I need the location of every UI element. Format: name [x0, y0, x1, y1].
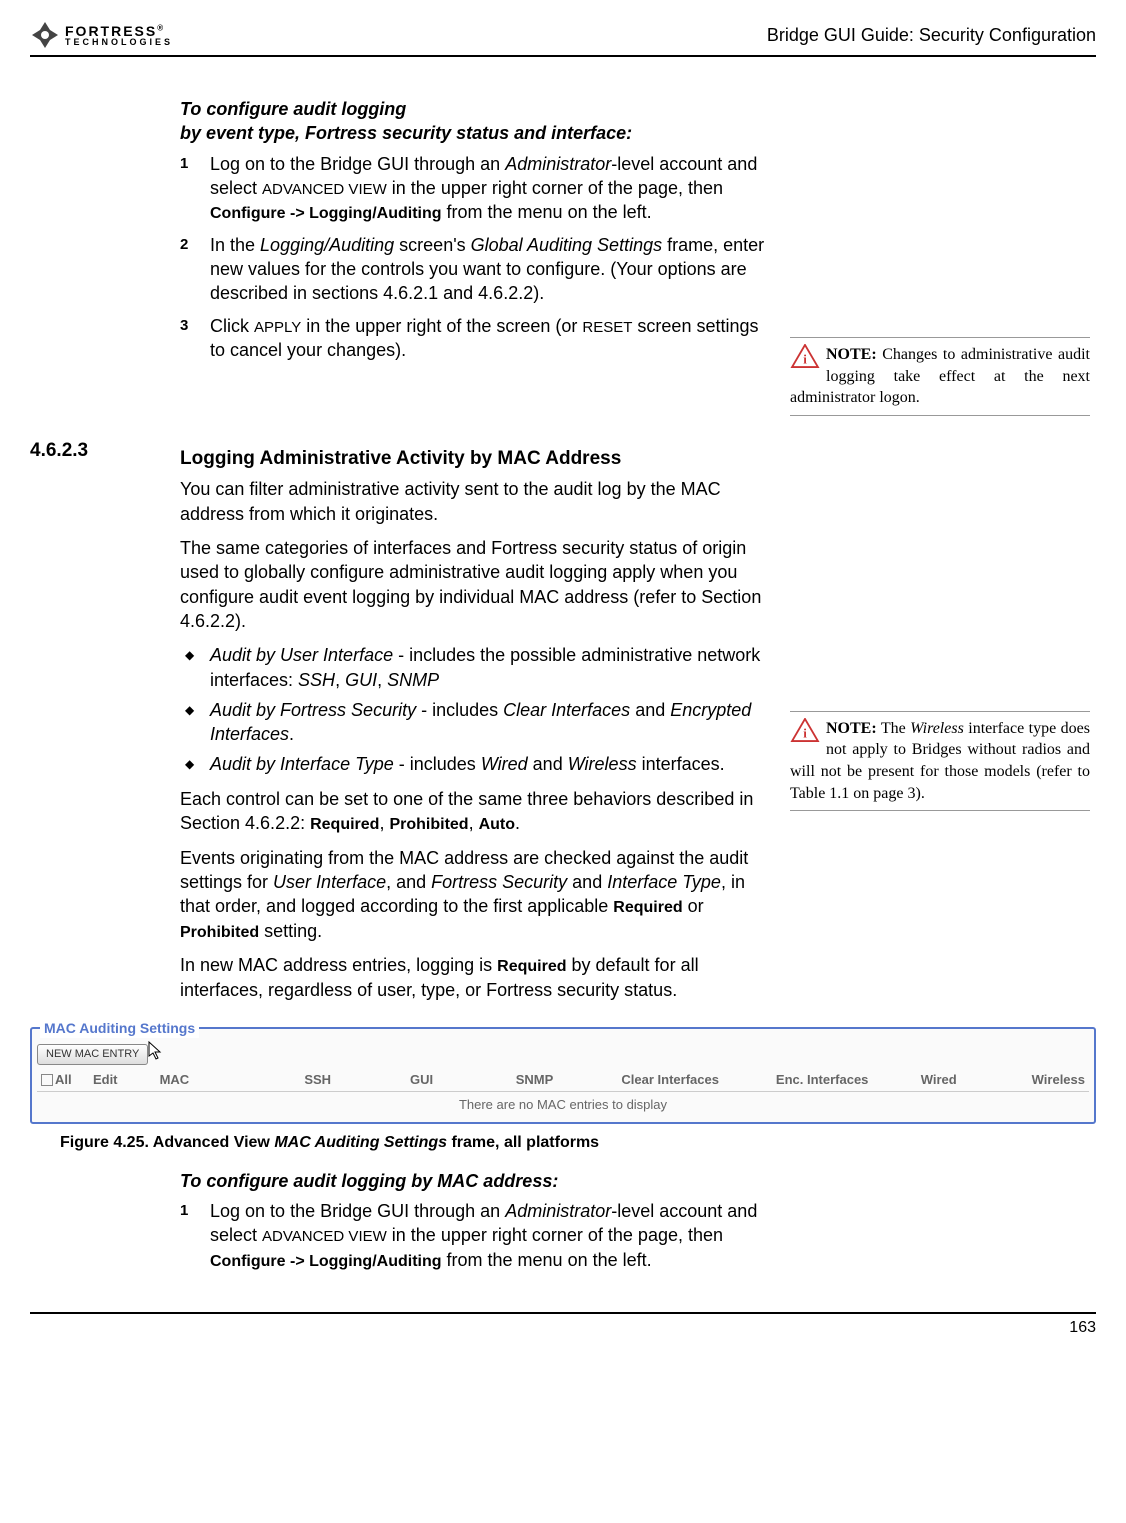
- procedure-2-steps: 1Log on to the Bridge GUI through an Adm…: [180, 1199, 770, 1272]
- body-text: Events originating from the MAC address …: [180, 846, 770, 944]
- cursor-icon: [148, 1041, 164, 1061]
- section-title: Logging Administrative Activity by MAC A…: [180, 446, 770, 472]
- list-item: 2In the Logging/Auditing screen's Global…: [180, 233, 770, 306]
- mac-auditing-settings-frame: MAC Auditing Settings NEW MAC ENTRY All …: [30, 1027, 1096, 1124]
- svg-text:i: i: [803, 725, 807, 740]
- procedure-title-1: To configure audit logging by event type…: [180, 97, 770, 146]
- body-text: In new MAC address entries, logging is R…: [180, 953, 770, 1002]
- body-text: Each control can be set to one of the sa…: [180, 787, 770, 836]
- col-wireless: Wireless: [1003, 1071, 1089, 1089]
- new-mac-entry-button[interactable]: NEW MAC ENTRY: [37, 1044, 148, 1065]
- note-2: i NOTE: The Wireless interface type does…: [790, 711, 1090, 811]
- info-icon: i: [790, 344, 820, 368]
- note-1: i NOTE: Changes to administrative audit …: [790, 337, 1090, 416]
- col-enc-interfaces: Enc. Interfaces: [772, 1071, 917, 1089]
- col-mac: MAC: [156, 1071, 301, 1089]
- list-item: ◆Audit by User Interface - includes the …: [180, 643, 770, 692]
- logo-text: FORTRESS® TECHNOLOGIES: [65, 24, 173, 47]
- list-item: ◆Audit by Interface Type - includes Wire…: [180, 752, 770, 776]
- list-item: 1Log on to the Bridge GUI through an Adm…: [180, 1199, 770, 1272]
- col-edit: Edit: [89, 1071, 156, 1089]
- col-wired: Wired: [917, 1071, 1003, 1089]
- section-number: 4.6.2.3: [30, 436, 160, 464]
- info-icon: i: [790, 718, 820, 742]
- col-snmp: SNMP: [512, 1071, 618, 1089]
- col-gui: GUI: [406, 1071, 512, 1089]
- list-item: 3Click APPLY in the upper right of the s…: [180, 314, 770, 363]
- body-text: The same categories of interfaces and Fo…: [180, 536, 770, 633]
- col-ssh: SSH: [300, 1071, 406, 1089]
- svg-text:i: i: [803, 351, 807, 366]
- list-item: 1Log on to the Bridge GUI through an Adm…: [180, 152, 770, 225]
- logo: FORTRESS® TECHNOLOGIES: [30, 20, 173, 50]
- procedure-1-steps: 1Log on to the Bridge GUI through an Adm…: [180, 152, 770, 363]
- page-header: FORTRESS® TECHNOLOGIES Bridge GUI Guide:…: [30, 20, 1096, 57]
- select-all-checkbox[interactable]: All: [37, 1071, 89, 1089]
- body-text: You can filter administrative activity s…: [180, 477, 770, 526]
- figure-caption: Figure 4.25. Advanced View MAC Auditing …: [60, 1132, 1096, 1154]
- col-clear-interfaces: Clear Interfaces: [617, 1071, 772, 1089]
- fortress-logo-icon: [30, 20, 60, 50]
- bullet-list: ◆Audit by User Interface - includes the …: [180, 643, 770, 776]
- procedure-title-2: To configure audit logging by MAC addres…: [180, 1169, 770, 1193]
- list-item: ◆Audit by Fortress Security - includes C…: [180, 698, 770, 747]
- table-header: All Edit MAC SSH GUI SNMP Clear Interfac…: [37, 1071, 1089, 1092]
- page-number: 163: [30, 1312, 1096, 1339]
- breadcrumb: Bridge GUI Guide: Security Configuration: [767, 23, 1096, 47]
- empty-state-text: There are no MAC entries to display: [37, 1092, 1089, 1118]
- logo-sub: TECHNOLOGIES: [65, 38, 173, 47]
- frame-legend: MAC Auditing Settings: [40, 1019, 199, 1038]
